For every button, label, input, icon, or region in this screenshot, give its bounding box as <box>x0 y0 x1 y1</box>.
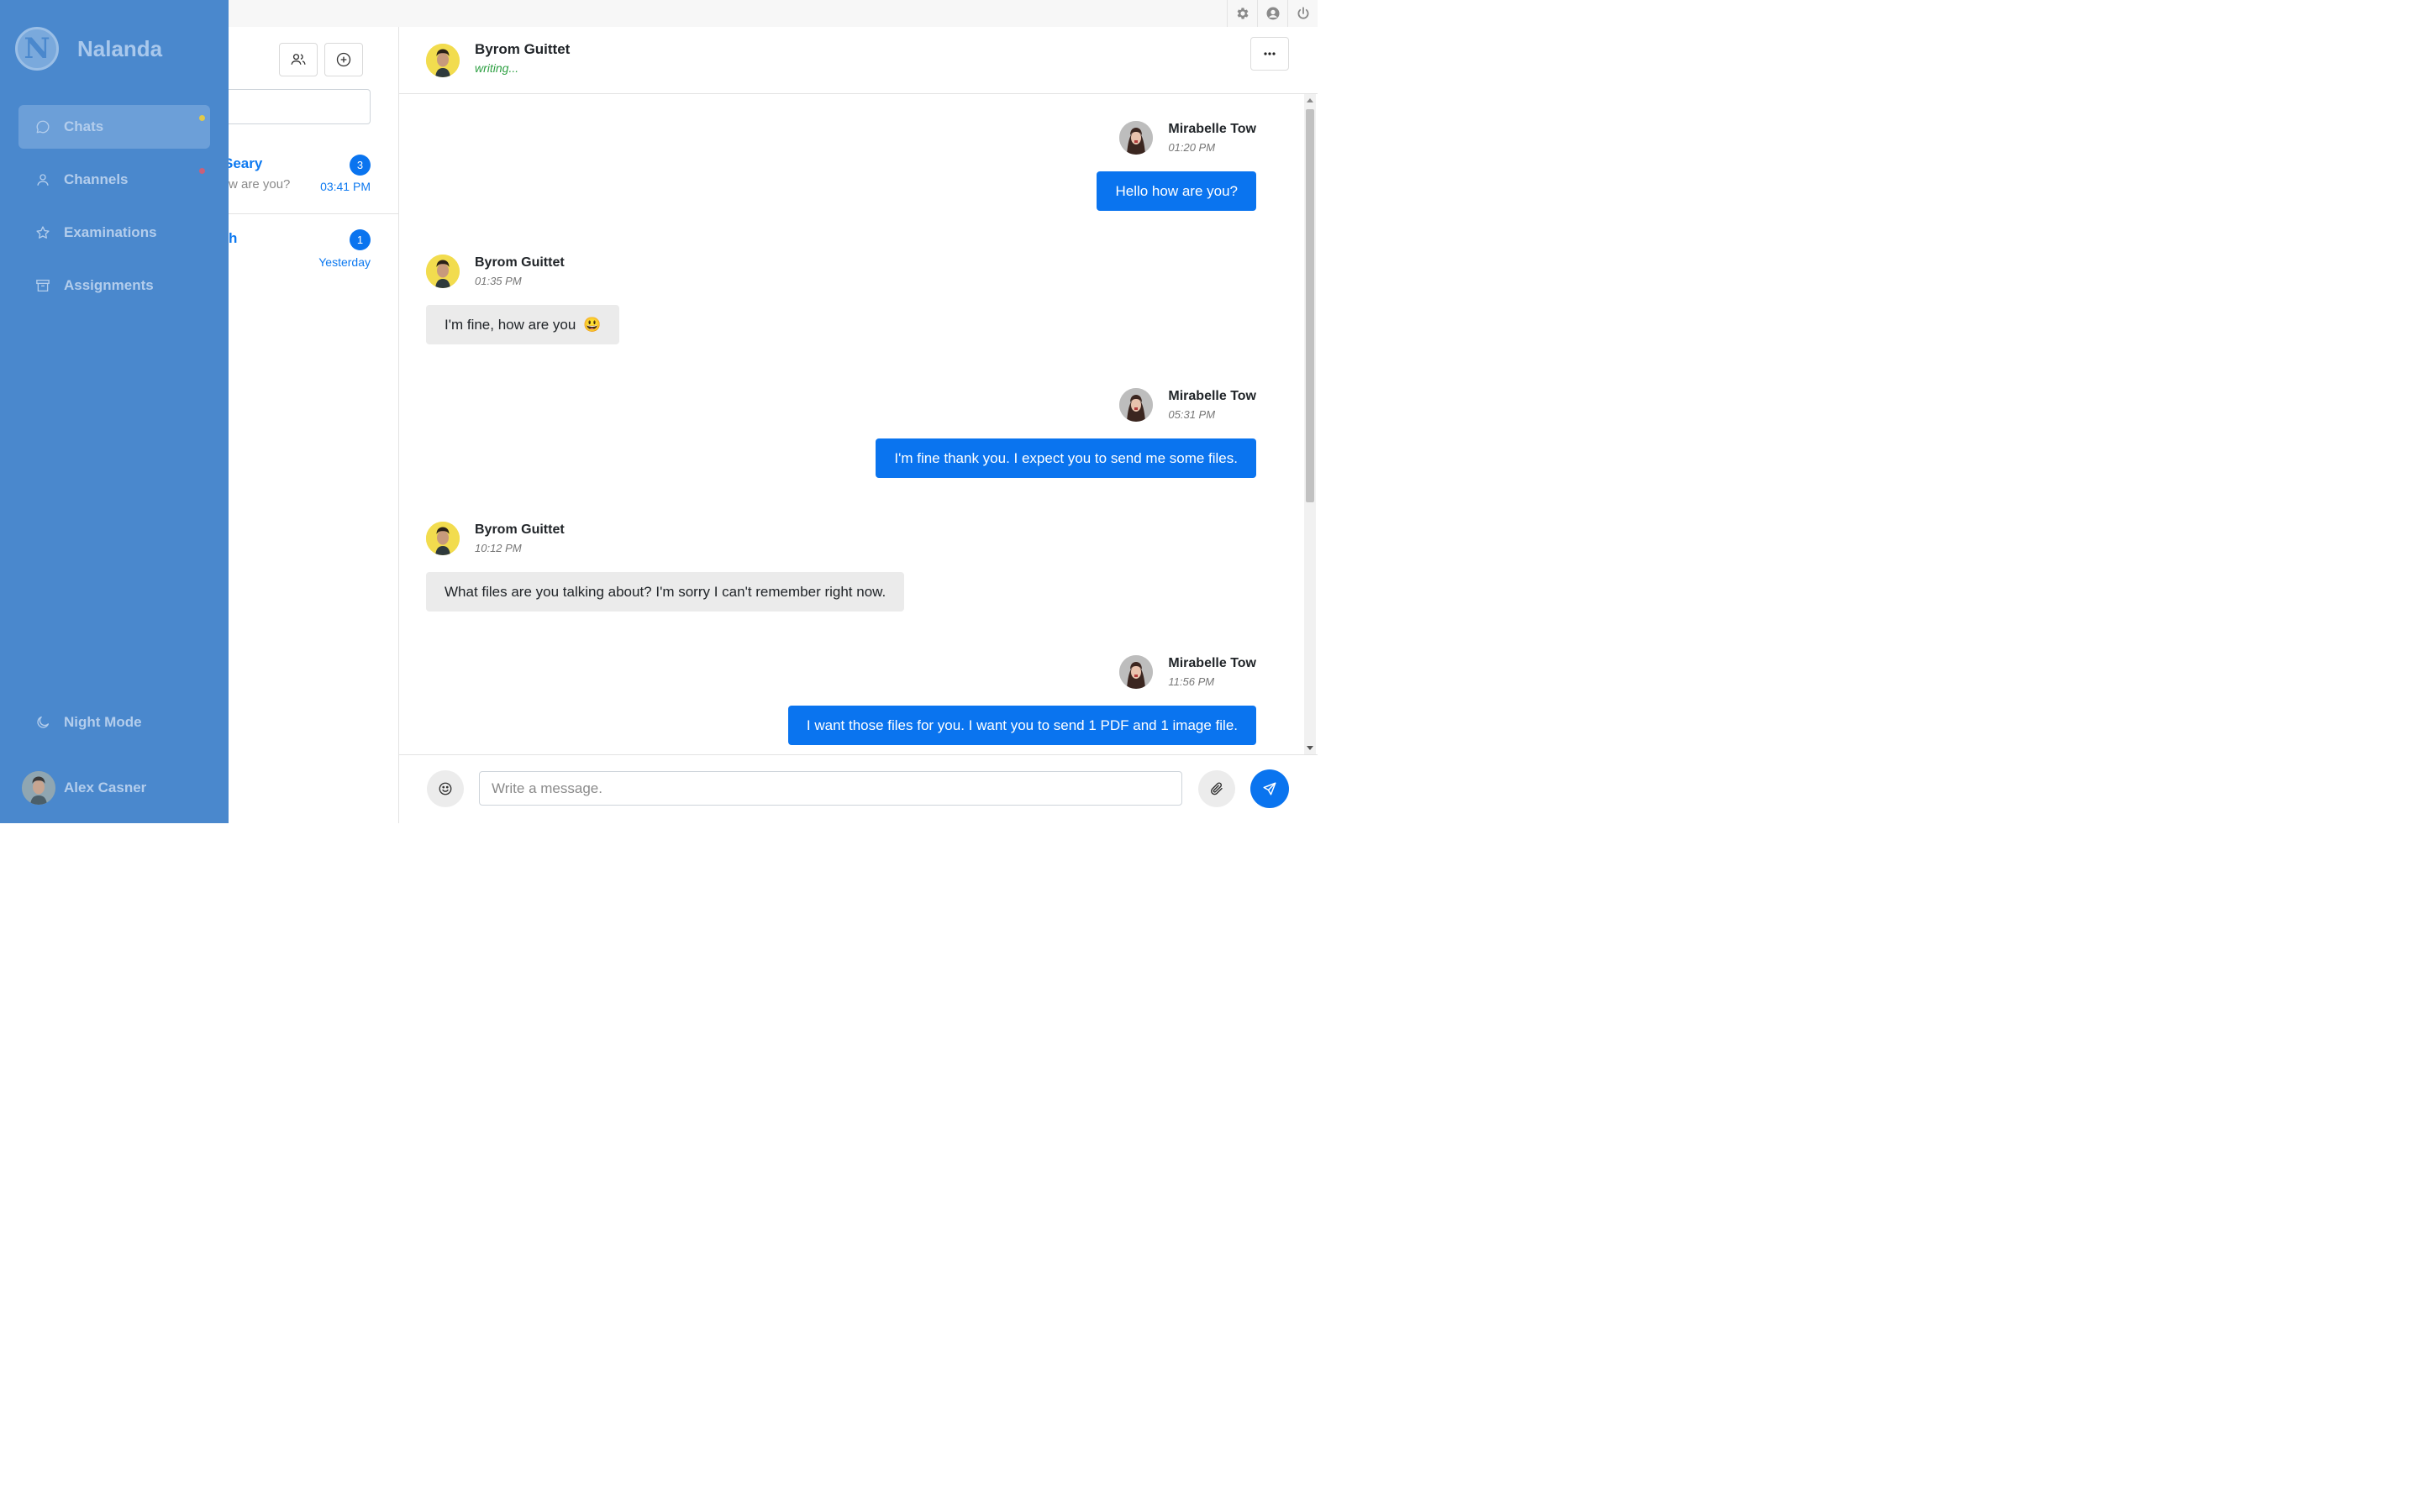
chat-list-item-name: Seary <box>224 155 263 171</box>
scrollbar-thumb[interactable] <box>1306 109 1314 502</box>
sidebar: N Nalanda Chats Channels Examinations As… <box>0 0 229 823</box>
plus-circle-icon <box>336 52 351 67</box>
chat-list-item[interactable]: h 1 Yesterday <box>229 214 398 283</box>
attach-button[interactable] <box>1198 770 1235 807</box>
message-time: 11:56 PM <box>1168 675 1215 688</box>
emoji-button[interactable] <box>427 770 464 807</box>
message-sender: Byrom Guittet <box>475 255 565 270</box>
message-time: 01:20 PM <box>1168 141 1216 154</box>
person-icon <box>35 172 50 187</box>
avatar[interactable] <box>1119 655 1154 689</box>
friends-button[interactable] <box>279 43 318 76</box>
avatar[interactable] <box>1119 121 1154 155</box>
night-mode-label: Night Mode <box>64 714 142 730</box>
message-bubble: Hello how are you? <box>1097 171 1256 211</box>
archive-icon <box>35 278 50 293</box>
moon-icon <box>35 715 50 730</box>
message-composer <box>399 754 1318 823</box>
notification-dot <box>199 115 205 121</box>
sidebar-item-label: Chats <box>64 118 104 134</box>
chat-header-name: Byrom Guittet <box>475 41 571 57</box>
message-bubble: What files are you talking about? I'm so… <box>426 572 905 612</box>
message-bubble: I'm fine, how are you 😃 <box>426 305 620 344</box>
scroll-up-arrow-icon[interactable] <box>1307 98 1313 102</box>
chat-list-item-preview: w are you? <box>229 177 291 192</box>
gear-icon[interactable] <box>1228 0 1258 27</box>
avatar <box>22 771 55 805</box>
message-meta: Byrom Guittet 10:12 PM <box>426 522 565 555</box>
sidebar-item-channels[interactable]: Channels <box>18 158 210 202</box>
app-name: Nalanda <box>77 35 163 61</box>
sidebar-item-chats[interactable]: Chats <box>18 105 210 149</box>
message-meta: Mirabelle Tow 01:20 PM <box>1119 121 1256 155</box>
chat-search-input[interactable] <box>229 89 371 124</box>
chat-list-item-name: h <box>229 230 238 246</box>
chat-header: Byrom Guittet writing... <box>399 27 1318 94</box>
avatar[interactable] <box>1119 388 1154 422</box>
current-user[interactable]: Alex Casner <box>22 771 146 805</box>
message-meta: Byrom Guittet 01:35 PM <box>426 255 565 288</box>
new-chat-button[interactable] <box>324 43 363 76</box>
message-input[interactable] <box>479 771 1182 806</box>
users-icon <box>291 54 306 65</box>
message-time: 05:31 PM <box>1168 408 1216 421</box>
message-bubble: I'm fine thank you. I expect you to send… <box>876 438 1256 478</box>
message-time: 01:35 PM <box>475 275 522 287</box>
message-text: I'm fine, how are you <box>445 317 576 333</box>
top-bar-icons <box>1227 0 1318 27</box>
logo-letter: N <box>24 32 50 66</box>
sidebar-item-label: Channels <box>64 171 129 187</box>
smiley-icon <box>439 782 452 795</box>
brand[interactable]: N Nalanda <box>15 27 162 71</box>
night-mode-toggle[interactable]: Night Mode <box>35 714 142 731</box>
more-options-button[interactable] <box>1250 37 1289 71</box>
message-meta: Mirabelle Tow 05:31 PM <box>1119 388 1256 422</box>
sidebar-item-label: Examinations <box>64 224 157 240</box>
chat-list-item-time: 03:41 PM <box>320 180 371 193</box>
star-icon <box>35 225 50 240</box>
message-sender: Mirabelle Tow <box>1168 389 1256 403</box>
power-icon[interactable] <box>1288 0 1318 27</box>
sidebar-item-examinations[interactable]: Examinations <box>18 211 210 255</box>
message-bubble: I want those files for you. I want you t… <box>787 706 1256 745</box>
ellipsis-icon <box>1264 52 1276 55</box>
scroll-down-arrow-icon[interactable] <box>1307 746 1313 750</box>
message-sender: Byrom Guittet <box>475 522 565 537</box>
sidebar-nav: Chats Channels Examinations Assignments <box>18 105 210 317</box>
chat-list-item[interactable]: Seary w are you? 3 03:41 PM <box>224 144 398 214</box>
message-list[interactable]: Mirabelle Tow 01:20 PM Hello how are you… <box>399 94 1300 754</box>
sidebar-item-label: Assignments <box>64 277 154 293</box>
chat-list-panel: Seary w are you? 3 03:41 PM h 1 Yesterda… <box>224 27 399 823</box>
top-bar <box>229 0 1318 28</box>
message-meta: Mirabelle Tow 11:56 PM <box>1119 655 1256 689</box>
message-sender: Mirabelle Tow <box>1168 656 1256 670</box>
unread-badge: 1 <box>350 229 371 250</box>
chat-list-item-time: Yesterday <box>318 255 371 269</box>
smiley-emoji-icon: 😃 <box>583 317 602 333</box>
typing-status: writing... <box>475 61 519 75</box>
chat-bubble-icon <box>35 119 50 134</box>
message-time: 10:12 PM <box>475 542 522 554</box>
sidebar-item-assignments[interactable]: Assignments <box>18 264 210 307</box>
chat-main: Byrom Guittet writing... Mirabelle Tow 0… <box>399 27 1318 823</box>
unread-badge: 3 <box>350 155 371 176</box>
avatar[interactable] <box>426 255 460 288</box>
message-sender: Mirabelle Tow <box>1168 122 1256 136</box>
app-logo: N <box>15 27 59 71</box>
message-scrollbar[interactable] <box>1304 94 1316 754</box>
user-circle-icon[interactable] <box>1258 0 1288 27</box>
avatar[interactable] <box>426 44 460 77</box>
paperclip-icon <box>1211 782 1223 795</box>
send-button[interactable] <box>1250 769 1289 808</box>
notification-dot <box>199 168 205 174</box>
avatar[interactable] <box>426 522 460 555</box>
send-icon <box>1263 782 1276 795</box>
user-name: Alex Casner <box>64 780 147 795</box>
